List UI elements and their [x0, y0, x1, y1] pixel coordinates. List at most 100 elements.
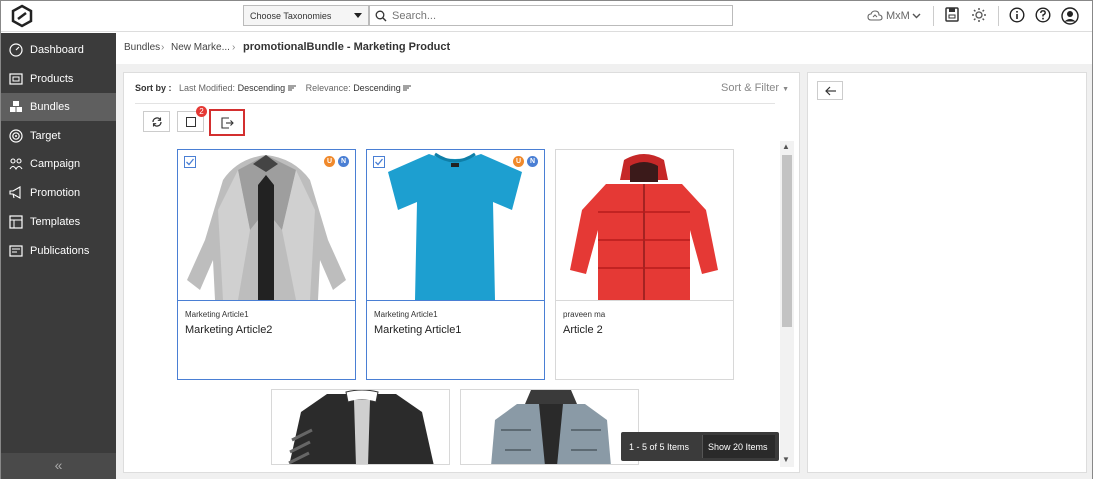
help-icon[interactable] [1035, 7, 1051, 23]
gear-icon[interactable] [971, 7, 987, 23]
card-checkbox[interactable] [184, 156, 196, 168]
grey-coat-image [178, 150, 355, 300]
megaphone-icon [9, 186, 21, 199]
top-bar: Choose Taxonomies MxM [1, 1, 1092, 32]
sort-field-last-modified: Last Modified: [179, 83, 236, 93]
sort-by-label: Sort by : [135, 83, 172, 93]
info-icon[interactable] [1009, 7, 1025, 23]
sidebar-item-templates[interactable]: Templates [1, 208, 116, 236]
product-card[interactable] [460, 389, 639, 465]
vertical-scrollbar[interactable]: ▲ ▼ [780, 141, 794, 467]
sort-value-relevance[interactable]: Descending [353, 83, 401, 93]
taxonomy-select[interactable]: Choose Taxonomies [243, 5, 369, 26]
sidebar-item-publications[interactable]: Publications [1, 237, 116, 265]
sidebar-item-bundles[interactable]: Bundles [1, 93, 116, 121]
sort-field-relevance: Relevance: [305, 83, 351, 93]
back-button[interactable] [817, 81, 843, 100]
sidebar-item-label: Promotion [30, 187, 81, 199]
sort-bar: Sort by : Last Modified: Descending Rele… [135, 83, 412, 93]
sidebar-item-label: Campaign [30, 158, 81, 170]
card-title[interactable]: Marketing Article2 [185, 324, 272, 336]
status-badge-updated: U [513, 156, 524, 167]
sidebar-item-products[interactable]: Products [1, 65, 116, 93]
selection-count-badge: 2 [196, 106, 207, 117]
chevron-down-icon[interactable] [912, 13, 921, 19]
breadcrumb-item[interactable]: Bundles [124, 42, 160, 53]
detail-panel [807, 72, 1087, 473]
card-checkbox[interactable] [373, 156, 385, 168]
card-subtitle: Marketing Article1 [185, 310, 249, 319]
status-badge-updated: U [324, 156, 335, 167]
blue-tshirt-image [367, 150, 544, 300]
sidebar-item-label: Templates [30, 216, 81, 228]
search-icon [375, 10, 387, 22]
sidebar-item-dashboard[interactable]: Dashboard [1, 36, 116, 64]
divider [135, 103, 775, 104]
caret-down-icon: ▼ [782, 86, 790, 93]
sidebar-item-label: Target [30, 130, 61, 142]
card-info: praveen ma Article 2 [556, 300, 733, 379]
divider [998, 6, 999, 26]
status-badge-new: N [527, 156, 538, 167]
check-icon [375, 158, 384, 166]
sidebar-item-label: Publications [30, 245, 90, 257]
product-card[interactable]: U N Marketing Article1 Marketing Article… [177, 149, 356, 380]
taxonomy-select-label: Choose Taxonomies [250, 11, 332, 21]
card-title[interactable]: Article 2 [563, 324, 603, 336]
show-items-button[interactable]: Show 20 Items [702, 435, 775, 458]
sidebar-item-campaign[interactable]: Campaign [1, 150, 116, 178]
sort-filter-button[interactable]: Sort & Filter ▼ [721, 82, 789, 94]
card-info: Marketing Article1 Marketing Article2 [178, 300, 355, 379]
export-button[interactable] [209, 109, 245, 136]
grey-hooded-jacket-image [461, 390, 638, 464]
sidebar-item-promotion[interactable]: Promotion [1, 179, 116, 207]
card-info: Marketing Article1 Marketing Article1 [367, 300, 544, 379]
card-subtitle: Marketing Article1 [374, 310, 438, 319]
breadcrumb-item[interactable]: New Marke... [171, 42, 230, 53]
refresh-icon [152, 117, 162, 127]
sidebar-item-label: Products [30, 73, 74, 85]
user-avatar-icon[interactable] [1061, 7, 1079, 25]
cloud-sync-icon[interactable] [867, 9, 883, 23]
scroll-down-icon[interactable]: ▼ [782, 455, 790, 464]
sort-value-last-modified[interactable]: Descending [238, 83, 286, 93]
refresh-button[interactable] [143, 111, 170, 132]
divider [933, 6, 934, 26]
user-initials[interactable]: MxM [886, 10, 910, 22]
product-image [556, 150, 733, 300]
dashboard-icon [9, 43, 23, 57]
page-title: promotionalBundle - Marketing Product [243, 41, 451, 53]
publications-icon [9, 245, 23, 257]
sidebar-item-target[interactable]: Target [1, 122, 116, 150]
bundle-items-panel: Sort by : Last Modified: Descending Rele… [123, 72, 800, 473]
product-image [178, 150, 355, 300]
breadcrumb-separator: › [232, 42, 236, 53]
sort-desc-icon[interactable] [287, 85, 296, 91]
card-title[interactable]: Marketing Article1 [374, 324, 461, 336]
sort-desc-icon[interactable] [403, 85, 412, 91]
product-image [367, 150, 544, 300]
sort-filter-label: Sort & Filter [721, 82, 780, 94]
search-box[interactable] [369, 5, 733, 26]
app-logo[interactable] [9, 4, 35, 28]
pagination-bar: 1 - 5 of 5 Items Show 20 Items [621, 432, 779, 461]
sidebar: Dashboard Products Bundles Target Campai… [1, 33, 116, 479]
product-card[interactable]: praveen ma Article 2 [555, 149, 734, 380]
export-icon [221, 117, 234, 129]
scroll-up-icon[interactable]: ▲ [782, 142, 790, 151]
breadcrumb-separator: › [161, 42, 165, 53]
caret-down-icon [354, 13, 362, 18]
search-input[interactable] [392, 8, 722, 23]
sidebar-item-label: Dashboard [30, 44, 84, 56]
sidebar-collapse-button[interactable]: « [1, 453, 116, 479]
scrollbar-thumb[interactable] [782, 155, 792, 327]
campaign-icon [9, 158, 23, 171]
black-jacket-image [272, 390, 449, 464]
bundles-icon [10, 101, 22, 112]
save-icon[interactable] [945, 7, 959, 22]
red-jacket-image [556, 150, 733, 300]
check-icon [186, 158, 195, 166]
product-card[interactable] [271, 389, 450, 465]
product-card[interactable]: U N Marketing Article1 Marketing Article… [366, 149, 545, 380]
status-badge-new: N [338, 156, 349, 167]
